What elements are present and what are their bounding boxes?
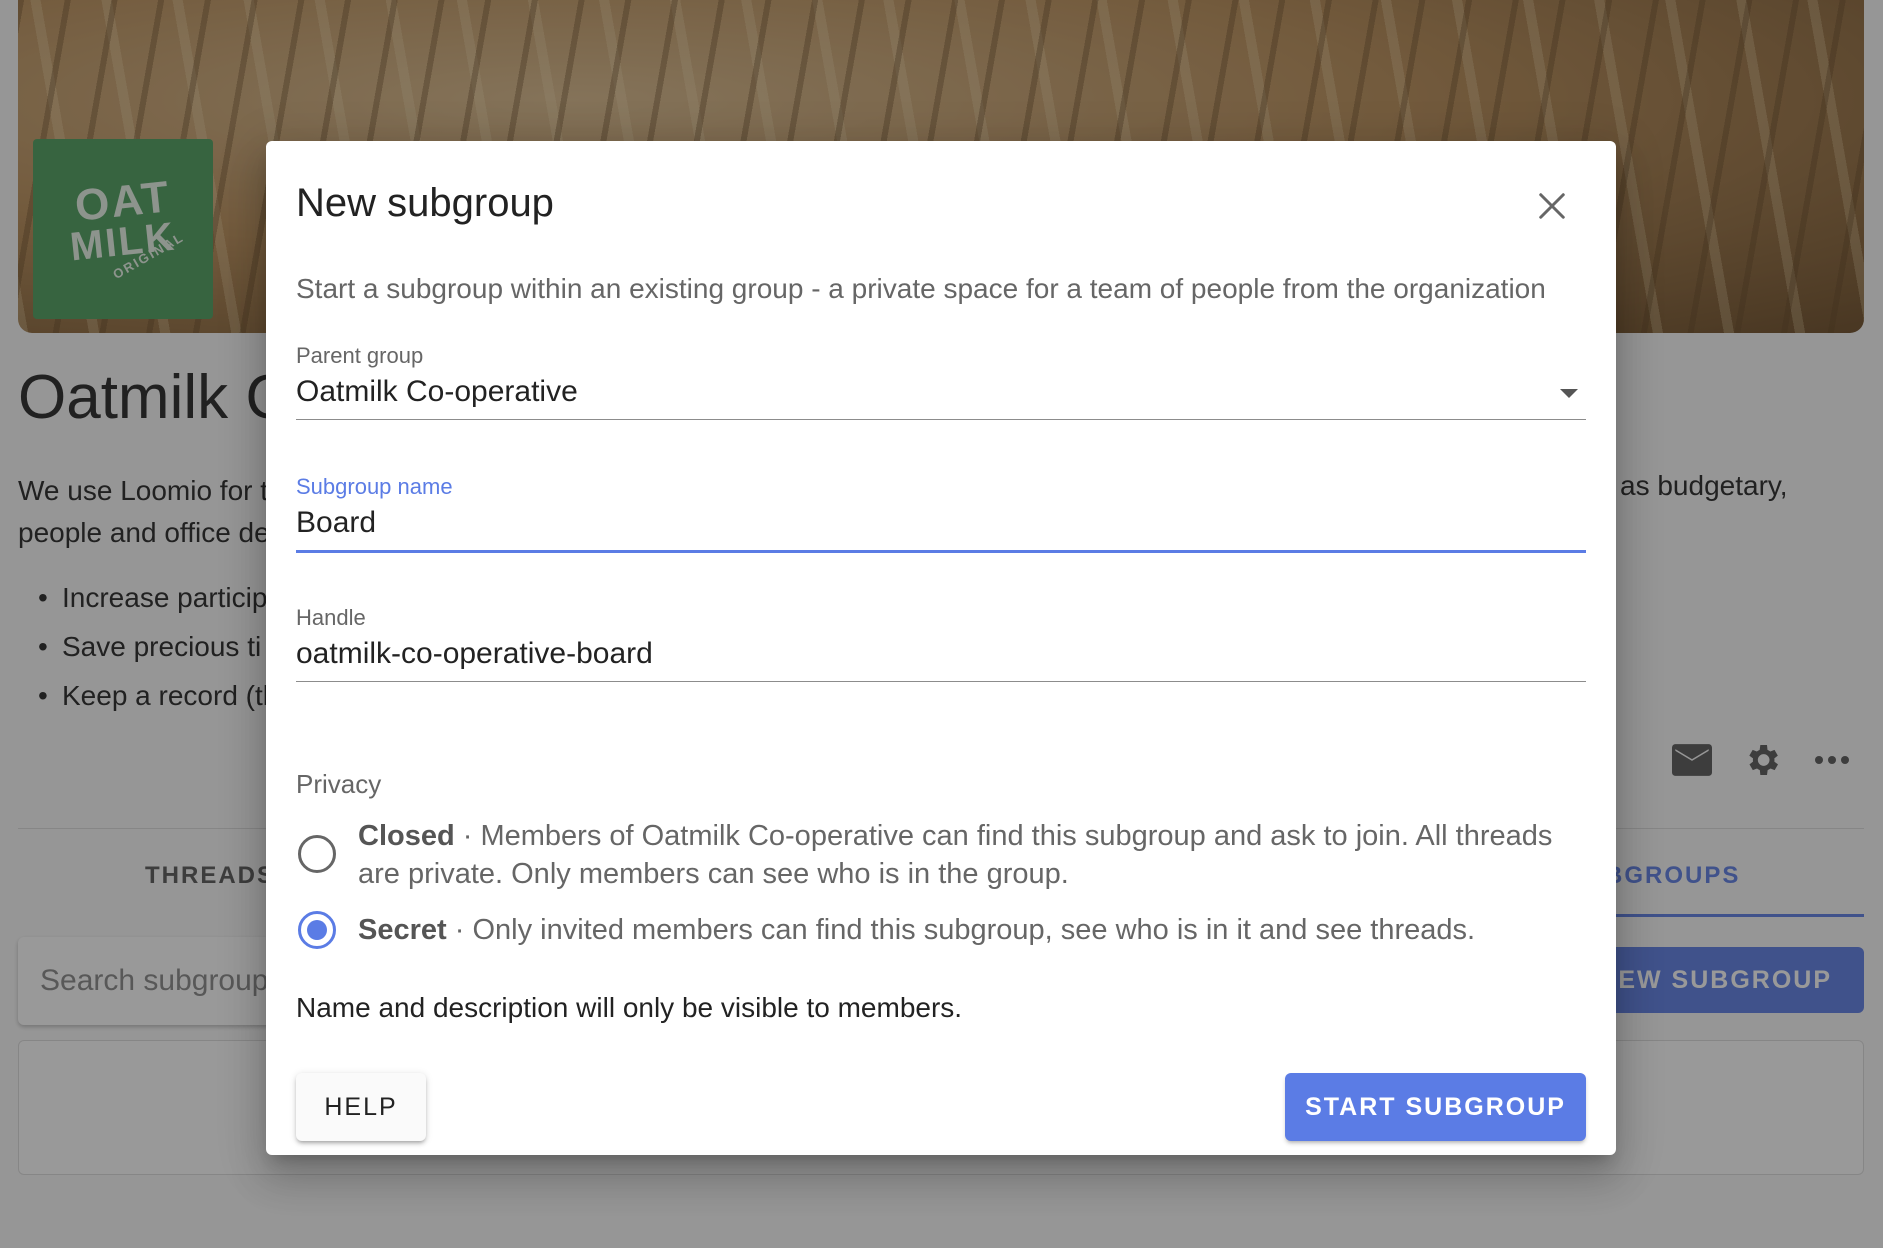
parent-group-select[interactable]: Parent group Oatmilk Co-operative [296,343,1586,420]
subgroup-name-label: Subgroup name [296,474,453,499]
dropdown-arrow-icon [1560,389,1578,398]
radio-secret[interactable] [298,911,336,949]
dialog-title: New subgroup [296,181,554,225]
dialog-intro: Start a subgroup within an existing grou… [296,273,1546,304]
handle-label: Handle [296,605,366,630]
new-subgroup-dialog: New subgroup Start a subgroup within an … [266,141,1616,1155]
field-underline [296,681,1586,682]
privacy-option-description: · Members of Oatmilk Co-operative can fi… [358,820,1553,890]
privacy-option-secret[interactable]: Secret · Only invited members can find t… [296,911,1586,949]
privacy-option-text: Closed · Members of Oatmilk Co-operative… [358,817,1586,893]
handle-input[interactable] [296,637,1586,671]
handle-field: Handle [296,605,1586,682]
subgroup-name-input[interactable] [296,506,1586,540]
privacy-option-title: Secret [358,914,447,946]
privacy-option-description: · Only invited members can find this sub… [446,914,1476,946]
privacy-label: Privacy [296,769,382,799]
visibility-note: Name and description will only be visibl… [296,992,963,1023]
start-subgroup-button[interactable]: START SUBGROUP [1285,1073,1586,1141]
radio-closed[interactable] [298,835,336,873]
privacy-option-text: Secret · Only invited members can find t… [358,911,1475,949]
parent-group-value: Oatmilk Co-operative [296,375,578,408]
parent-group-label: Parent group [296,343,424,368]
privacy-option-title: Closed [358,820,455,852]
help-button[interactable]: HELP [296,1073,426,1141]
field-underline [296,550,1586,553]
field-underline [296,419,1586,420]
close-icon[interactable] [1530,184,1574,228]
subgroup-name-field: Subgroup name [296,474,1586,553]
privacy-option-closed[interactable]: Closed · Members of Oatmilk Co-operative… [296,817,1586,893]
